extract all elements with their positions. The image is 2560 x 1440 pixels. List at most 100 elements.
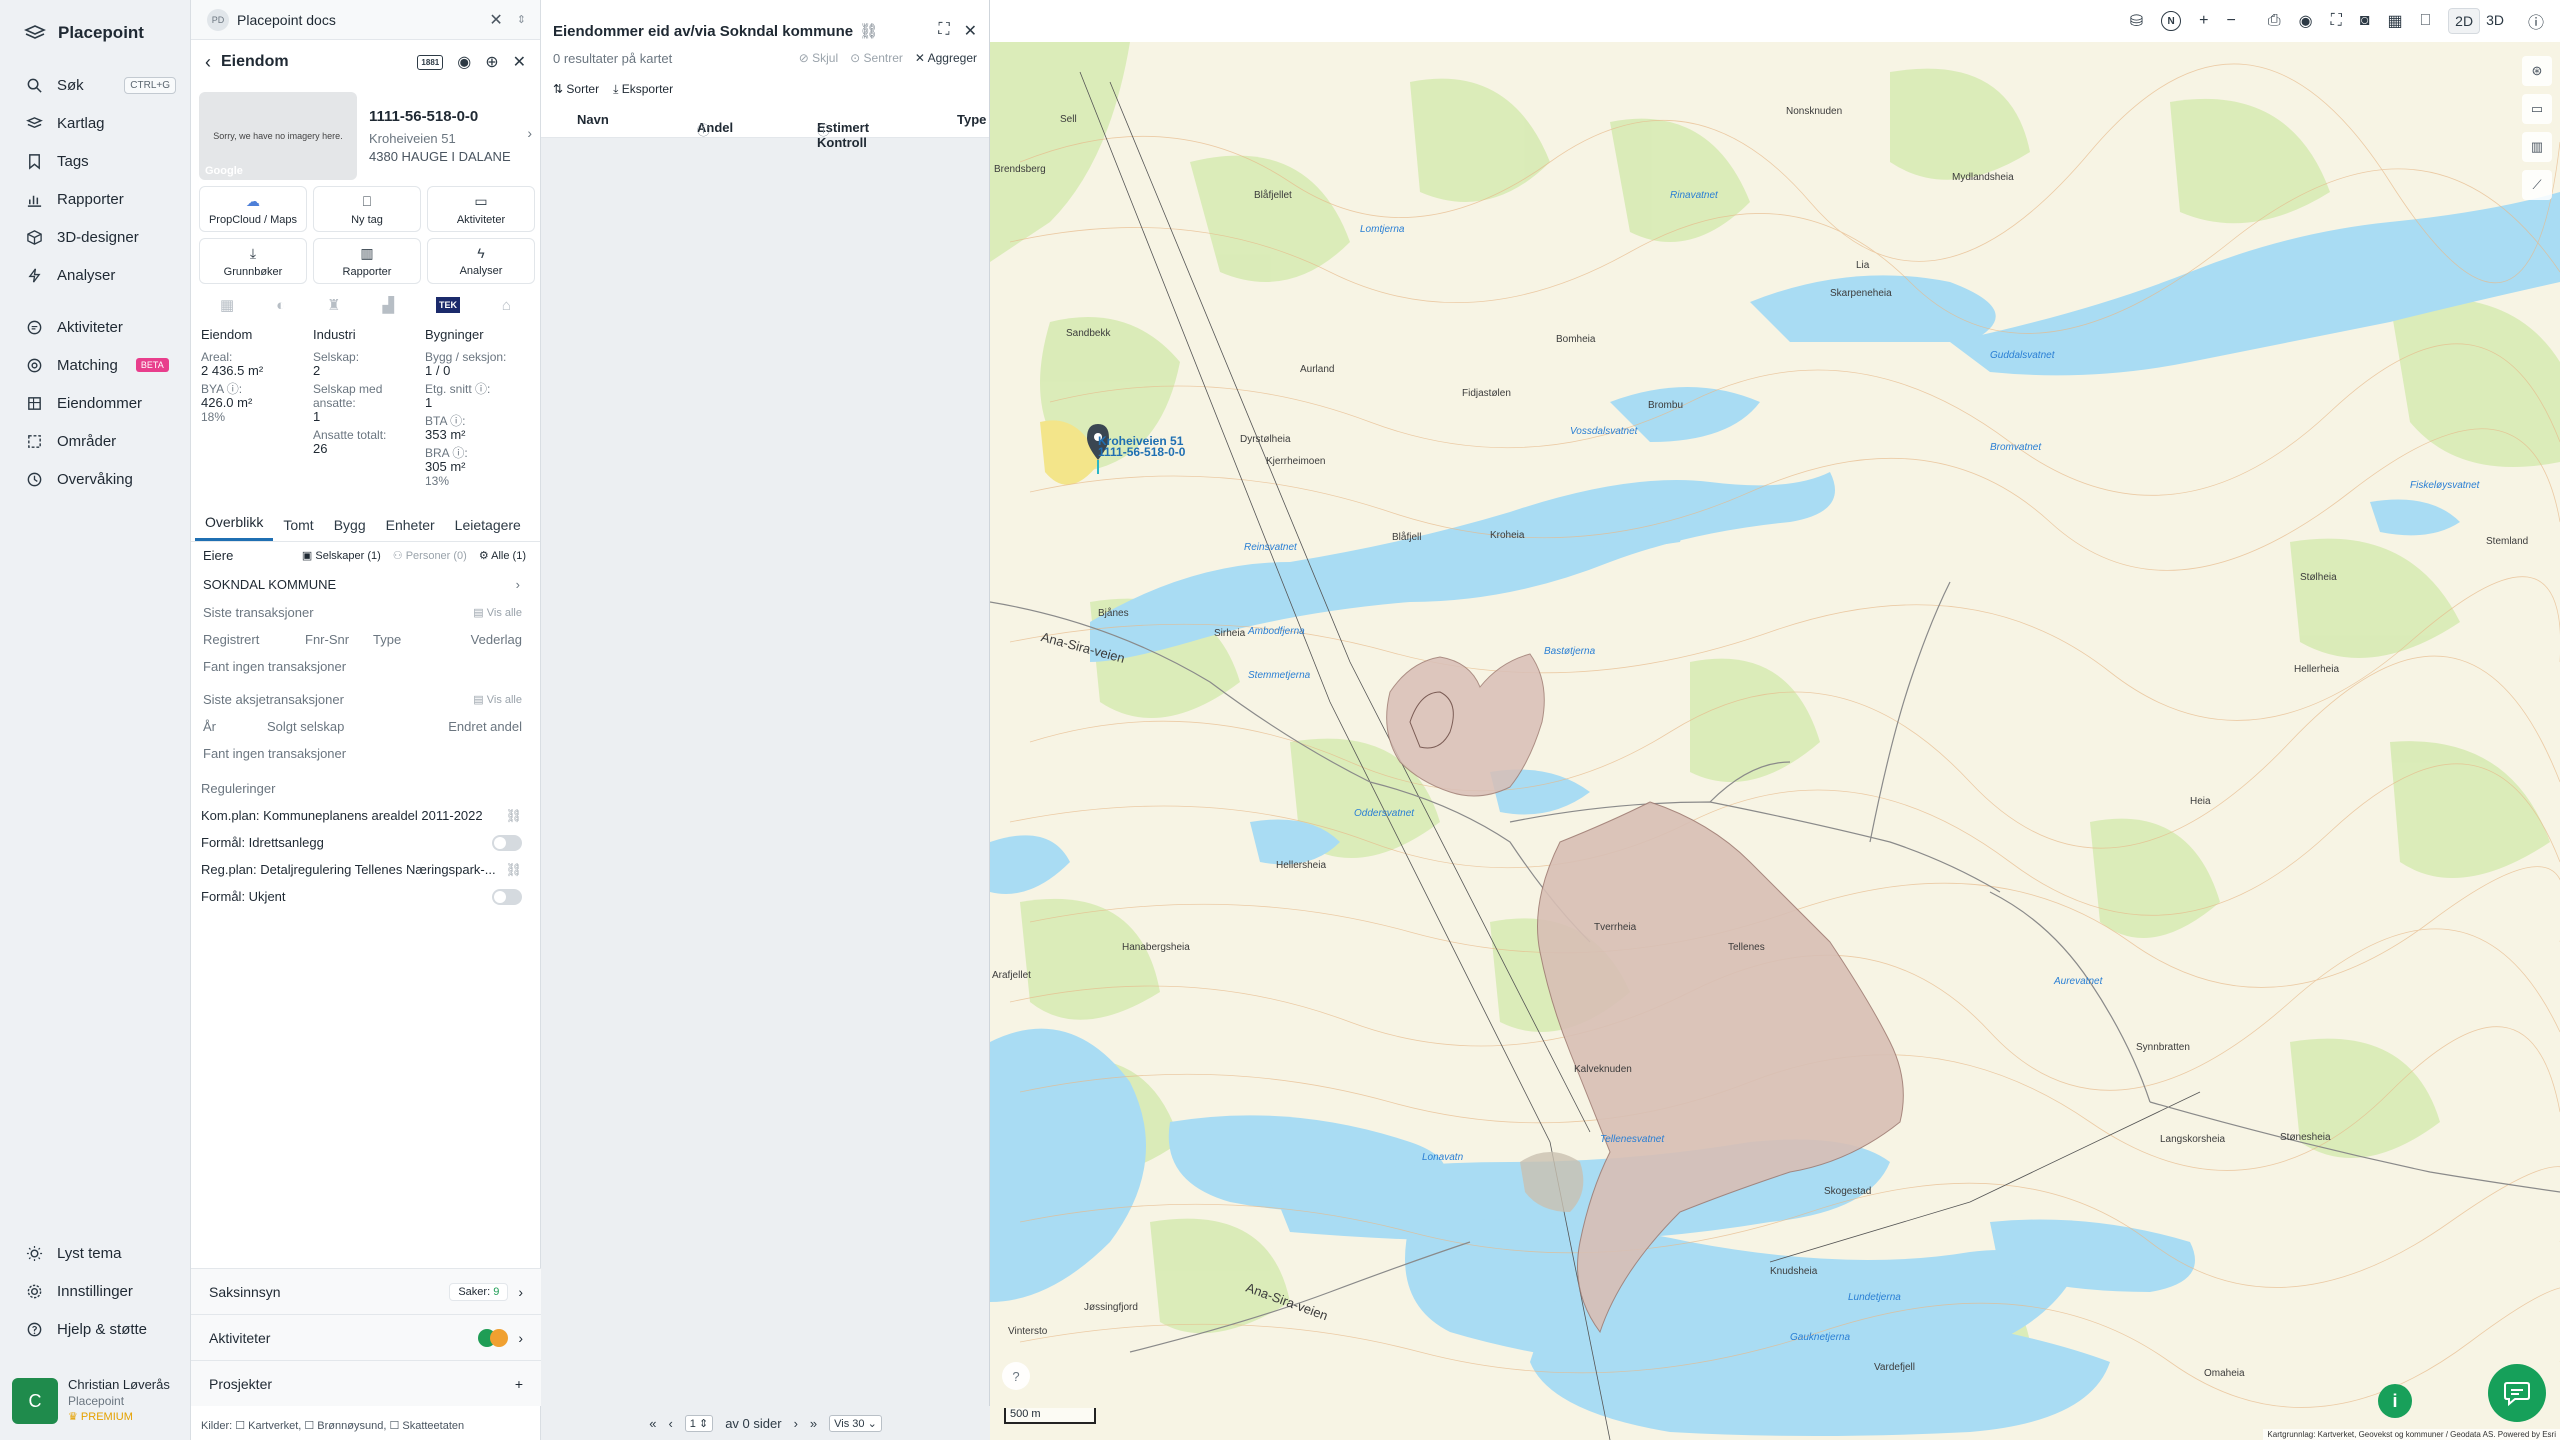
next-page-icon[interactable]: ›	[794, 1416, 798, 1431]
back-icon[interactable]: ‹	[205, 52, 211, 73]
tag-1881-icon[interactable]: 1881	[417, 54, 444, 70]
nav-item-settings[interactable]: Innstillinger	[0, 1272, 190, 1310]
fullscreen-icon[interactable]: ⛶	[2331, 12, 2342, 30]
filter-companies[interactable]: ▣ Selskaper (1)	[302, 549, 381, 562]
grid-icon[interactable]: ▦	[2387, 11, 2402, 31]
regulation-toggle[interactable]	[492, 834, 522, 851]
per-page-select[interactable]: Vis 30 ⌄	[829, 1414, 882, 1432]
saksinnsyn-row[interactable]: Saksinnsyn Saker: 9 ›	[191, 1268, 541, 1314]
tab-leietagere[interactable]: Leietagere	[445, 517, 531, 541]
show-all-link[interactable]: ▤ Vis alle	[473, 606, 522, 619]
close-icon[interactable]: ✕	[489, 10, 502, 30]
page-input[interactable]: 1 ⇕	[684, 1414, 714, 1432]
eye-icon[interactable]: ◉	[457, 52, 471, 72]
plus-icon[interactable]: +	[515, 1376, 523, 1392]
home-icon[interactable]: ⌂	[502, 297, 511, 314]
fact-value: 305 m²	[425, 460, 537, 474]
view-3d-button[interactable]: 3D	[2480, 8, 2510, 34]
chat-button[interactable]	[2488, 1364, 2546, 1422]
owner-item[interactable]: SOKNDAL KOMMUNE ›	[199, 569, 532, 599]
eye-icon[interactable]: ◉	[2299, 11, 2313, 31]
fullscreen-icon[interactable]: ⛶	[938, 21, 949, 41]
aggregate-button[interactable]: ✕ Aggreger	[915, 51, 977, 65]
tab-bygg[interactable]: Bygg	[324, 517, 376, 541]
nav-item-analyser[interactable]: Analyser	[0, 256, 190, 294]
regulation-toggle[interactable]	[492, 888, 522, 905]
regulation-item[interactable]: Reg.plan: Detaljregulering Tellenes Næri…	[199, 856, 532, 883]
prosjekter-row[interactable]: Prosjekter +	[191, 1360, 541, 1406]
globe-icon[interactable]: ◐	[276, 297, 285, 314]
bookmark-icon[interactable]: ⎕	[2421, 12, 2431, 30]
nav-item-3d-designer[interactable]: 3D-designer	[0, 218, 190, 256]
nav-item-rapporter[interactable]: Rapporter	[0, 180, 190, 218]
print-icon[interactable]: ⎙	[2268, 12, 2281, 30]
link-icon[interactable]: ⛓	[859, 22, 878, 40]
filter-all[interactable]: ⚙ Alle (1)	[479, 549, 526, 562]
reports-button[interactable]: ▥ Rapporter	[313, 238, 421, 284]
tab-overblikk[interactable]: Overblikk	[195, 514, 274, 541]
center-button[interactable]: ⊙ Sentrer	[850, 51, 903, 65]
col-header-type[interactable]: Type	[957, 112, 986, 127]
nav-item-light-theme[interactable]: Lyst tema	[0, 1234, 190, 1272]
close-icon[interactable]: ✕	[964, 21, 977, 41]
layers-stack-icon[interactable]: ⛁	[2130, 11, 2143, 31]
last-page-icon[interactable]: »	[810, 1416, 817, 1431]
col-header-navn[interactable]: Navn	[577, 112, 609, 127]
brand[interactable]: Placepoint	[0, 0, 190, 66]
activities-button[interactable]: ▭ Aktiviteter	[427, 186, 535, 232]
tab-enheter[interactable]: Enheter	[376, 517, 445, 541]
grid-icon[interactable]: ▦	[220, 296, 234, 314]
bars-icon[interactable]: ▟	[382, 296, 394, 314]
user-profile[interactable]: C Christian Løverås Placepoint ♛ PREMIUM	[12, 1374, 184, 1428]
ruler-icon[interactable]: ▭	[2522, 94, 2552, 124]
map-canvas[interactable]: Kroheiveien 51 1111-56-518-0-0 Sell Bren…	[990, 42, 2560, 1440]
globe-settings-icon[interactable]: ⊛	[2522, 56, 2552, 86]
expand-collapse-icon[interactable]: ⇕	[517, 13, 526, 26]
property-card[interactable]: Sorry, we have no imagery here. Google 1…	[191, 84, 540, 182]
action-grid: ☁ PropCloud / Maps ⎕ Ny tag ▭ Aktiviteter ⤓…	[191, 182, 540, 288]
nav-item-tags[interactable]: Tags	[0, 142, 190, 180]
tek-icon[interactable]: TEK	[435, 297, 460, 313]
tab-tomt[interactable]: Tomt	[273, 517, 323, 541]
analyses-button[interactable]: ϟ Analyser	[427, 238, 535, 284]
filter-persons[interactable]: ⚇ Personer (0)	[393, 549, 467, 562]
new-tag-button[interactable]: ⎕ Ny tag	[313, 186, 421, 232]
camera-icon[interactable]: ◙	[2360, 12, 2370, 30]
nav-item-aktiviteter[interactable]: Aktiviteter	[0, 308, 190, 346]
view-2d-button[interactable]: 2D	[2448, 8, 2481, 34]
nav-item-matching[interactable]: Matching BETA	[0, 346, 190, 384]
nav-item-help[interactable]: Hjelp & støtte	[0, 1310, 190, 1348]
link-icon[interactable]: ⛓	[505, 862, 522, 878]
export-button[interactable]: ⤓ Eksporter	[613, 82, 673, 97]
info-icon[interactable]: ⓘ	[2528, 9, 2544, 33]
chart-icon[interactable]: ▥	[2522, 132, 2552, 162]
user-name: Christian Løverås	[68, 1377, 170, 1392]
profile-icon[interactable]: ⟋	[2522, 170, 2552, 200]
show-all-link[interactable]: ▤ Vis alle	[473, 693, 522, 706]
hide-button[interactable]: ⊘ Skjul	[799, 51, 838, 65]
aktiviteter-row[interactable]: Aktiviteter ›	[191, 1314, 541, 1360]
add-circle-icon[interactable]: ⊕	[485, 52, 498, 72]
land-registry-button[interactable]: ⤓ Grunnbøker	[199, 238, 307, 284]
zoom-out-icon[interactable]: −	[2226, 12, 2235, 30]
map-place-label: Kjerrheimoen	[1266, 456, 1326, 467]
chevron-right-icon[interactable]: ›	[527, 125, 532, 141]
propcloud-button[interactable]: ☁ PropCloud / Maps	[199, 186, 307, 232]
nav-item-eiendommer[interactable]: Eiendommer	[0, 384, 190, 422]
zoom-in-icon[interactable]: +	[2199, 12, 2208, 30]
nav-item-kartlag[interactable]: Kartlag	[0, 104, 190, 142]
doc-tab[interactable]: PD Placepoint docs ✕ ⇕	[191, 0, 540, 40]
first-page-icon[interactable]: «	[649, 1416, 656, 1431]
help-icon[interactable]: ?	[1002, 1362, 1030, 1390]
prev-page-icon[interactable]: ‹	[668, 1416, 672, 1431]
nav-item-search[interactable]: Søk CTRL+G	[0, 66, 190, 104]
close-icon[interactable]: ✕	[513, 52, 526, 72]
link-icon[interactable]: ⛓	[505, 808, 522, 824]
compass-icon[interactable]: N	[2161, 11, 2182, 31]
crown-icon[interactable]: ♜	[327, 296, 340, 314]
info-button[interactable]: i	[2378, 1384, 2412, 1418]
regulation-item[interactable]: Kom.plan: Kommuneplanens arealdel 2011-2…	[199, 802, 532, 829]
nav-item-omrader[interactable]: Områder	[0, 422, 190, 460]
sort-button[interactable]: ⇅ Sorter	[553, 82, 599, 96]
nav-item-overvaking[interactable]: Overvåking	[0, 460, 190, 498]
